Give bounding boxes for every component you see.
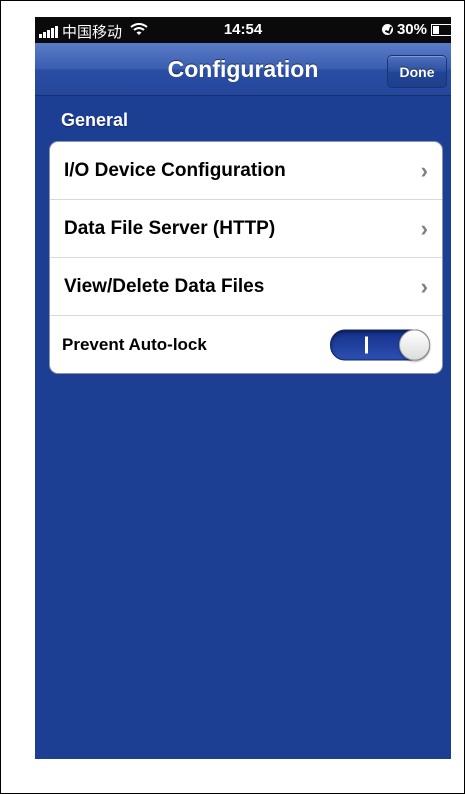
row-label: Data File Server (HTTP) [64,217,276,239]
row-data-file-server[interactable]: Data File Server (HTTP) › [50,200,442,258]
row-io-device-configuration[interactable]: I/O Device Configuration › [50,142,442,200]
done-button[interactable]: Done [387,55,447,88]
rotation-lock-icon [381,24,393,35]
navigation-bar: Configuration Done [35,43,451,96]
chevron-right-icon: › [420,157,428,183]
row-label: I/O Device Configuration [64,159,286,181]
toggle-knob[interactable] [399,329,430,360]
settings-group: I/O Device Configuration › Data File Ser… [49,141,443,374]
section-header-general: General [61,110,129,130]
battery-percent: 30% [396,21,427,38]
status-right: 30% [381,21,451,38]
row-label: Prevent Auto-lock [62,334,207,354]
row-view-delete-data-files[interactable]: View/Delete Data Files › [50,258,442,316]
toggle-on-indicator [365,336,368,353]
screenshot-frame: 中国移动 14:54 30% Configuration Done Genera… [0,0,465,794]
battery-icon [431,23,451,36]
row-label: View/Delete Data Files [64,275,265,297]
prevent-auto-lock-toggle[interactable] [330,329,430,360]
phone-screen: 中国移动 14:54 30% Configuration Done Genera… [35,17,451,759]
row-prevent-auto-lock: Prevent Auto-lock [50,316,442,373]
chevron-right-icon: › [420,215,428,241]
chevron-right-icon: › [420,273,428,299]
status-bar: 中国移动 14:54 30% [35,17,451,43]
